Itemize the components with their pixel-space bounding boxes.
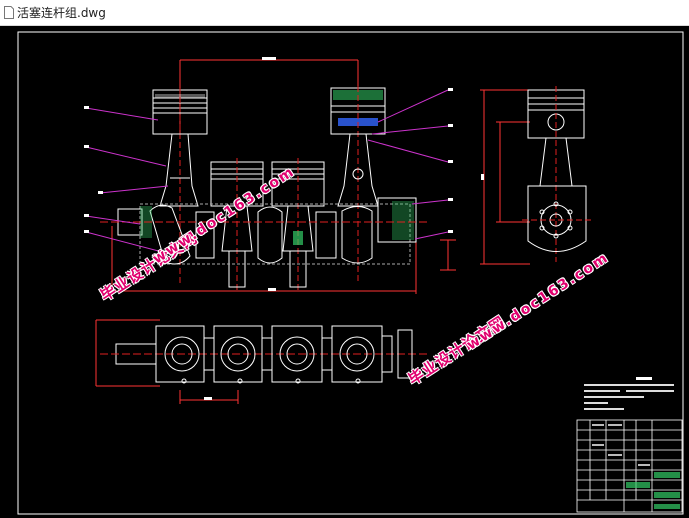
window-title: 活塞连杆组.dwg	[17, 6, 106, 20]
top-view	[95, 319, 430, 404]
drawing-canvas[interactable]: 毕业设计论文网 www.doc163.com 毕业设计论文网 www.doc16…	[0, 26, 689, 518]
cad-viewer-window: 活塞连杆组.dwg 毕业设计论文网 www.doc163.com 毕业设计论文网…	[0, 0, 689, 518]
dwg-file-icon	[4, 6, 14, 19]
side-view	[480, 86, 592, 265]
title-block	[576, 377, 683, 513]
title-bar: 活塞连杆组.dwg	[0, 0, 689, 26]
